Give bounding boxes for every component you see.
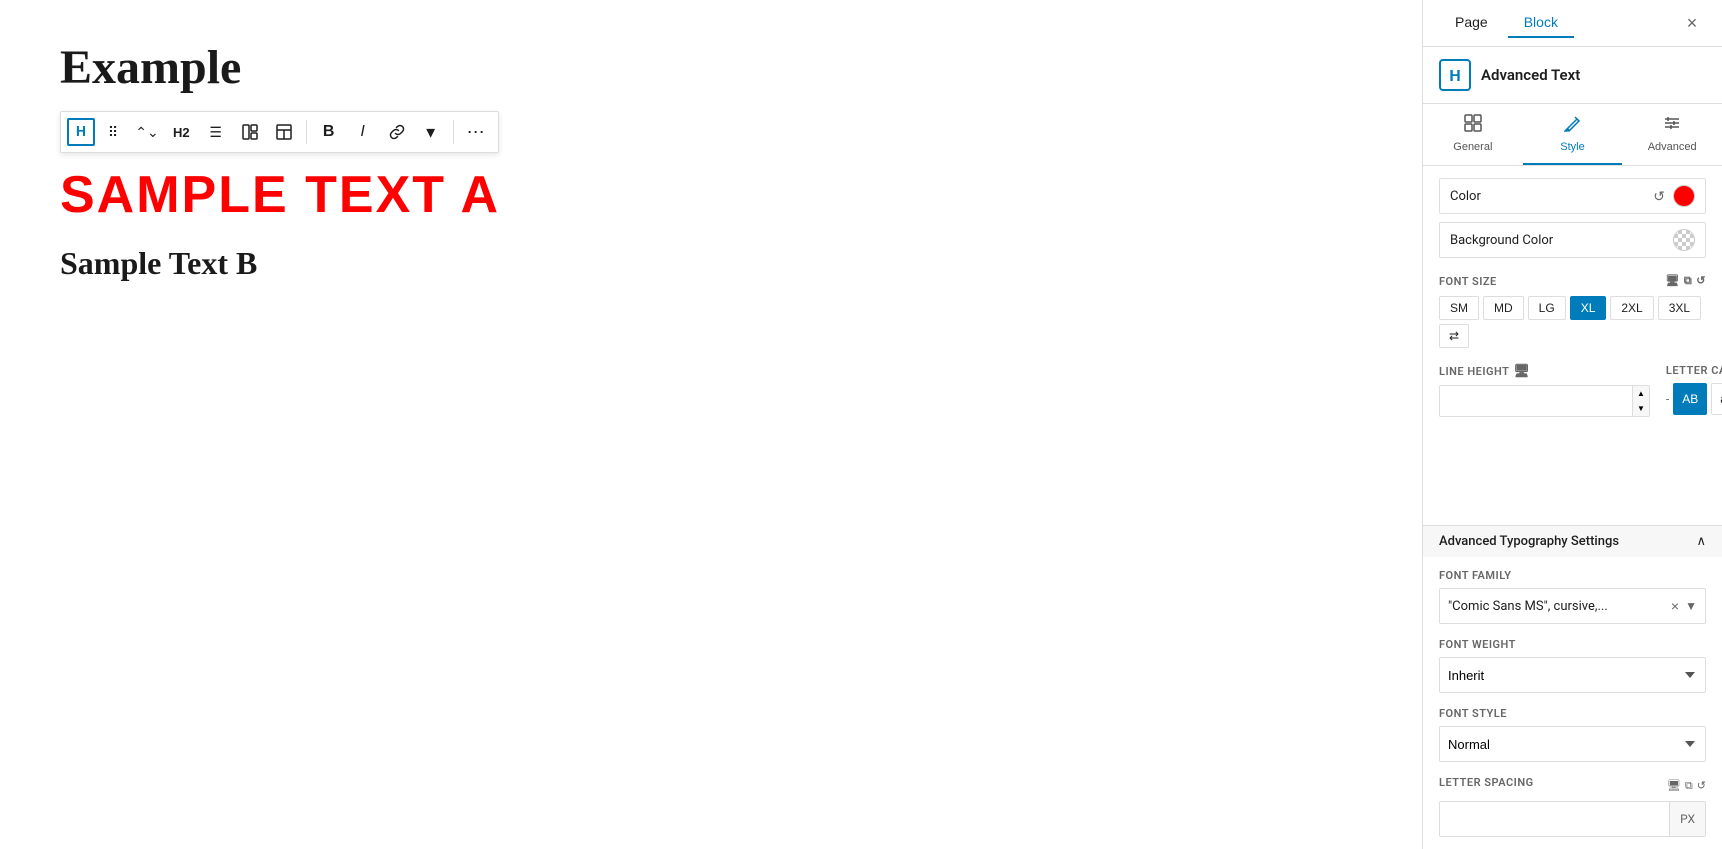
line-height-decrement[interactable]: ▼ xyxy=(1633,401,1649,416)
close-sidebar-button[interactable]: × xyxy=(1678,9,1706,37)
bold-button[interactable]: B xyxy=(313,116,345,148)
more-options-button[interactable]: ▾ xyxy=(415,116,447,148)
letter-spacing-label-row: LETTER SPACING 🖥 ⧉ ↺ xyxy=(1439,776,1706,795)
font-family-value: "Comic Sans MS", cursive,... xyxy=(1448,599,1665,614)
block-info-title: Advanced Text xyxy=(1481,66,1580,84)
line-height-stepper: ▲ ▼ xyxy=(1632,386,1649,416)
page-title: Example xyxy=(60,40,1362,95)
font-family-label: FONT FAMILY xyxy=(1439,569,1706,582)
adv-typography-section: Advanced Typography Settings ∧ FONT FAMI… xyxy=(1423,525,1722,849)
letter-case-label: LETTER CASE xyxy=(1666,364,1722,377)
line-height-input[interactable] xyxy=(1440,386,1632,416)
toolbar-divider-1 xyxy=(306,120,307,144)
line-height-label: LINE HEIGHT 🖥 xyxy=(1439,364,1650,379)
sample-text-b[interactable]: Sample Text B xyxy=(60,245,1362,282)
link-button[interactable] xyxy=(381,116,413,148)
panel-content: Color ↺ Background Color FONT SIZE 🖥 ⧉ ↺… xyxy=(1423,166,1722,517)
italic-button[interactable]: I xyxy=(347,116,379,148)
ls-monitor-icon[interactable]: 🖥 xyxy=(1667,779,1681,793)
ls-reset-icon[interactable]: ↺ xyxy=(1697,779,1706,793)
letter-case-buttons: - AB ab Ab xyxy=(1666,383,1722,415)
letter-case-sep: - xyxy=(1666,383,1669,415)
line-height-input-wrapper: ▲ ▼ xyxy=(1439,385,1650,417)
font-size-icons: 🖥 ⧉ ↺ xyxy=(1665,274,1706,288)
panel-tab-style-label: Style xyxy=(1560,141,1584,153)
size-btn-xl[interactable]: XL xyxy=(1570,296,1607,320)
adv-section-content: FONT FAMILY "Comic Sans MS", cursive,...… xyxy=(1423,557,1722,849)
font-style-label: FONT STYLE xyxy=(1439,707,1706,720)
color-row: Color ↺ xyxy=(1439,178,1706,214)
letter-spacing-row: PX xyxy=(1439,801,1706,837)
tab-block[interactable]: Block xyxy=(1508,8,1574,38)
editor-area: Example H ⠿ ⌃⌄ H2 ☰ B I xyxy=(0,0,1422,849)
lc-btn-uppercase[interactable]: AB xyxy=(1673,383,1707,415)
block-info-icon: H xyxy=(1439,59,1471,91)
size-btn-md[interactable]: MD xyxy=(1483,296,1524,320)
letter-spacing-label: LETTER SPACING xyxy=(1439,776,1534,789)
table-button[interactable] xyxy=(268,116,300,148)
panel-tabs: General Style xyxy=(1423,104,1722,166)
size-btn-2xl[interactable]: 2XL xyxy=(1610,296,1653,320)
sidebar: Page Block × H Advanced Text General xyxy=(1422,0,1722,849)
tab-page[interactable]: Page xyxy=(1439,8,1504,38)
panel-tab-style[interactable]: Style xyxy=(1523,104,1623,165)
style-icon xyxy=(1564,114,1582,137)
sidebar-tabs: Page Block xyxy=(1439,8,1574,38)
sidebar-header: Page Block × xyxy=(1423,0,1722,47)
sample-text-a[interactable]: SAMPLE TEXT A xyxy=(60,165,1362,225)
bg-color-label: Background Color xyxy=(1450,233,1665,248)
bg-color-swatch[interactable] xyxy=(1673,229,1695,251)
layout-button[interactable] xyxy=(234,116,266,148)
size-btn-reset[interactable]: ⇄ xyxy=(1439,324,1469,348)
font-style-select[interactable]: Normal Italic Oblique xyxy=(1439,726,1706,762)
color-swatch[interactable] xyxy=(1673,185,1695,207)
bg-color-row: Background Color xyxy=(1439,222,1706,258)
align-button[interactable]: ☰ xyxy=(200,116,232,148)
panel-tab-general[interactable]: General xyxy=(1423,104,1523,165)
line-height-letter-case-row: LINE HEIGHT 🖥 ▲ ▼ LETTER CASE - AB xyxy=(1439,364,1706,417)
panel-tab-general-label: General xyxy=(1453,141,1492,153)
collapse-icon: ∧ xyxy=(1696,534,1706,549)
letter-case-item: LETTER CASE - AB ab Ab xyxy=(1666,364,1722,417)
desktop-icon[interactable]: 🖥 xyxy=(1665,274,1679,288)
line-height-increment[interactable]: ▲ xyxy=(1633,386,1649,401)
letter-spacing-input[interactable] xyxy=(1440,802,1669,836)
adv-section-header[interactable]: Advanced Typography Settings ∧ xyxy=(1423,525,1722,557)
copy-icon[interactable]: ⧉ xyxy=(1684,274,1692,288)
drag-handle[interactable]: ⠿ xyxy=(97,116,129,148)
font-weight-label: FONT WEIGHT xyxy=(1439,638,1706,651)
toolbar-divider-2 xyxy=(453,120,454,144)
block-type-icon: H xyxy=(67,118,95,146)
line-height-monitor-icon[interactable]: 🖥 xyxy=(1513,364,1530,379)
font-family-dropdown-button[interactable]: ▼ xyxy=(1685,599,1697,613)
font-family-clear-button[interactable]: × xyxy=(1671,598,1679,614)
size-btn-3xl[interactable]: 3XL xyxy=(1658,296,1701,320)
letter-spacing-unit: PX xyxy=(1669,802,1705,836)
lc-btn-lowercase[interactable]: ab xyxy=(1711,383,1722,415)
size-btn-sm[interactable]: SM xyxy=(1439,296,1479,320)
ls-copy-icon[interactable]: ⧉ xyxy=(1685,779,1693,793)
block-toolbar: H ⠿ ⌃⌄ H2 ☰ B I ▾ xyxy=(60,111,499,153)
reset-icon[interactable]: ↺ xyxy=(1696,274,1706,288)
move-up-down[interactable]: ⌃⌄ xyxy=(131,116,163,148)
panel-tab-advanced-label: Advanced xyxy=(1648,141,1697,153)
line-height-item: LINE HEIGHT 🖥 ▲ ▼ xyxy=(1439,364,1650,417)
general-icon xyxy=(1464,114,1482,137)
heading-level-button[interactable]: H2 xyxy=(165,116,198,148)
font-size-buttons: SM MD LG XL 2XL 3XL ⇄ xyxy=(1439,296,1706,348)
color-label: Color xyxy=(1450,189,1645,204)
font-size-label: FONT SIZE xyxy=(1439,275,1497,288)
advanced-icon xyxy=(1663,114,1681,137)
color-reset-button[interactable]: ↺ xyxy=(1653,188,1665,205)
font-family-field: "Comic Sans MS", cursive,... × ▼ xyxy=(1439,588,1706,624)
ellipsis-button[interactable]: ⋯ xyxy=(460,116,492,148)
size-btn-lg[interactable]: LG xyxy=(1528,296,1566,320)
panel-tab-advanced[interactable]: Advanced xyxy=(1622,104,1722,165)
font-size-section-label: FONT SIZE 🖥 ⧉ ↺ xyxy=(1439,274,1706,288)
letter-spacing-icons: 🖥 ⧉ ↺ xyxy=(1667,779,1706,793)
block-info: H Advanced Text xyxy=(1423,47,1722,104)
adv-section-title: Advanced Typography Settings xyxy=(1439,534,1619,549)
font-weight-select[interactable]: Inherit 100 - Thin 400 - Regular 700 - B… xyxy=(1439,657,1706,693)
